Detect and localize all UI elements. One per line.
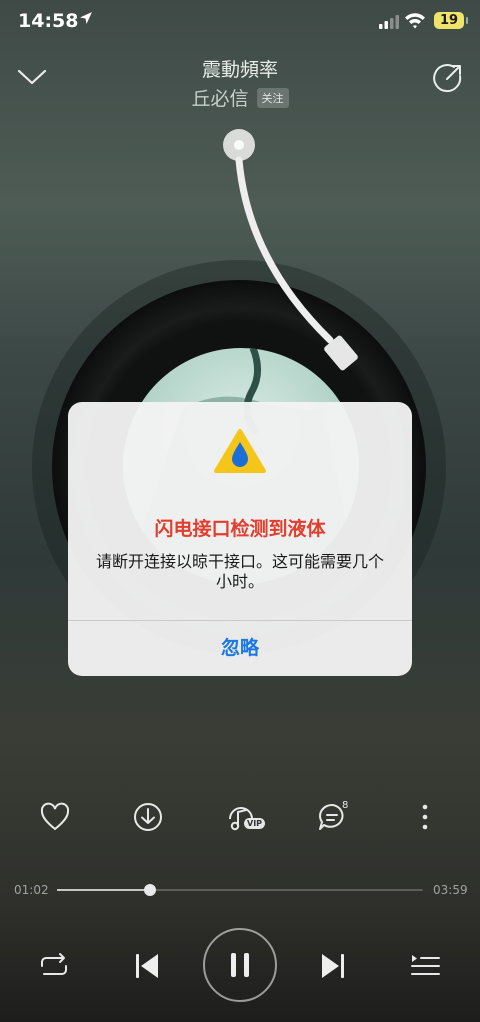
location-arrow-icon [80,12,92,24]
more-icon[interactable] [408,800,442,834]
progress-fill [57,889,150,891]
next-icon[interactable] [317,950,349,982]
alert-title: 闪电接口检测到液体 [154,518,326,540]
battery-indicator: 19 [434,12,468,29]
vip-badge: VIP [244,818,266,829]
alert-message: 请断开连接以晾干接口。这可能需要几个小时。 [95,552,384,591]
artist-row: 丘必信 关注 [0,84,480,111]
playlist-icon[interactable] [408,950,442,982]
status-bar: 14:58 19 [0,0,480,44]
water-warning-icon [214,429,266,473]
wifi-icon [405,13,425,29]
previous-icon[interactable] [131,950,163,982]
comment-count-badge: 8 [342,800,349,811]
ignore-button[interactable]: 忽略 [68,621,412,676]
pause-icon [231,953,249,977]
artist-name[interactable]: 丘必信 [191,84,248,111]
play-pause-button[interactable] [203,928,277,1002]
tonearm [223,129,358,371]
follow-button[interactable]: 关注 [256,87,289,108]
song-title: 震動頻率 [201,59,278,81]
progress-slider[interactable] [57,884,423,896]
share-icon[interactable] [432,62,464,94]
download-icon[interactable] [131,800,165,834]
liquid-detected-alert: 闪电接口检测到液体 请断开连接以晾干接口。这可能需要几个小时。 忽略 [68,402,412,676]
total-time: 03:59 [433,883,468,897]
progress-knob[interactable] [143,884,156,896]
status-time: 14:58 [18,10,79,32]
current-time: 01:02 [14,883,49,897]
heart-icon[interactable] [38,800,72,834]
repeat-icon[interactable] [36,950,72,982]
cellular-signal-icon [379,15,399,29]
